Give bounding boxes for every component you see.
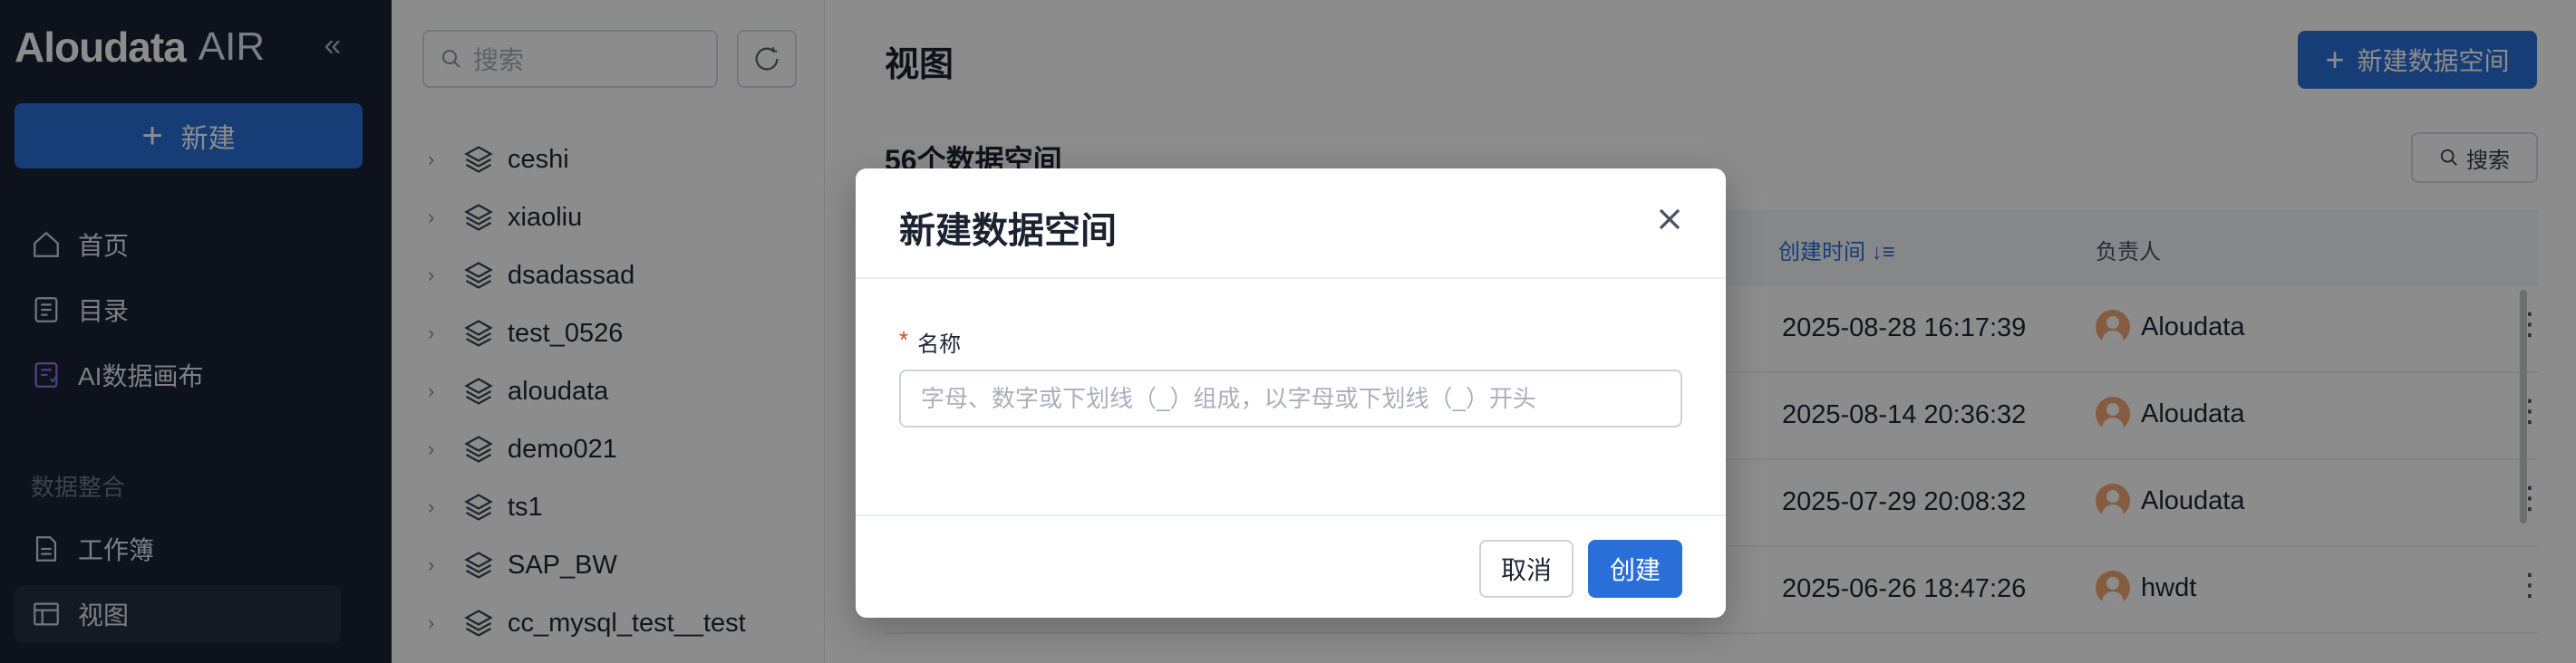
cancel-button[interactable]: 取消 [1479,540,1574,598]
create-button[interactable]: 创建 [1588,540,1682,598]
name-field-label: * 名称 [899,326,961,358]
dialog-title: 新建数据空间 [899,211,1117,251]
name-input[interactable] [899,370,1682,428]
close-icon[interactable] [1651,201,1688,237]
create-data-space-dialog: 新建数据空间 * 名称 取消 创建 [856,168,1726,618]
dialog-footer: 取消 创建 [856,514,1726,618]
required-mark: * [899,326,909,353]
dialog-header: 新建数据空间 [856,168,1726,279]
name-label-text: 名称 [917,332,962,357]
